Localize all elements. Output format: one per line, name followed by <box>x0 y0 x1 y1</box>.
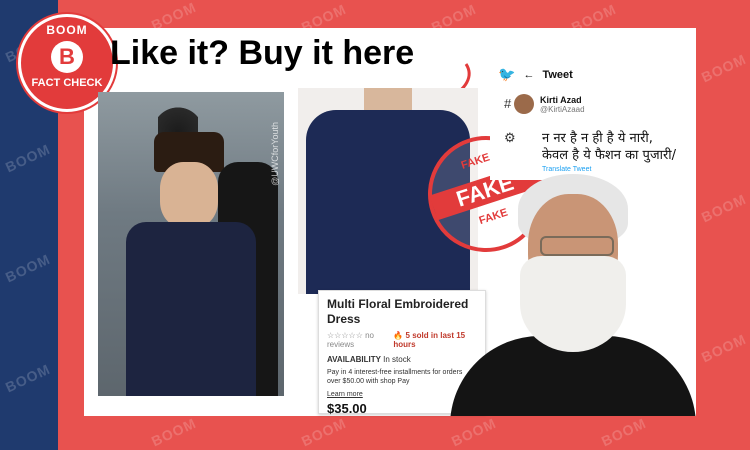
tweet-line-1: न नर है न ही है ये नारी, <box>542 131 653 146</box>
hashtag-icon[interactable]: # <box>504 96 511 111</box>
back-arrow-icon[interactable]: ← <box>523 69 534 81</box>
face <box>160 162 218 228</box>
watermark: BOOM <box>298 414 349 450</box>
tweet-line-2: केवल है ये फैशन का पुजारी/ <box>542 148 677 163</box>
logo-mark: B <box>51 41 83 73</box>
watermark: BOOM <box>698 330 749 366</box>
watermark: BOOM <box>698 50 749 86</box>
headline: Like it? Buy it here <box>110 34 415 72</box>
tweet-text: न नर है न ही है ये नारी, केवल है ये फैशन… <box>542 130 676 164</box>
modi-traditional-photo: @UWCforYouth <box>98 92 284 396</box>
embroidered-vest <box>126 222 256 396</box>
watermark: BOOM <box>598 414 649 450</box>
photo-credit-handle: @UWCforYouth <box>270 122 280 186</box>
author-name: Kirti Azad <box>540 94 582 105</box>
watermark: BOOM <box>148 414 199 450</box>
beard <box>520 256 626 352</box>
tweet-header: Tweet <box>542 68 573 81</box>
star-icons: ☆☆☆☆☆ <box>327 331 366 340</box>
logo-top-text: BOOM <box>46 23 88 37</box>
modi-portrait <box>450 166 696 416</box>
glasses <box>540 236 614 256</box>
fire-icon: 🔥 <box>393 331 406 340</box>
tweet-screenshot: 🐦 ← Tweet # ⚙ Kirti Azad @KirtiAzaad न न… <box>490 60 696 180</box>
watermark: BOOM <box>448 414 499 450</box>
availability-label: AVAILABILITY <box>327 355 381 364</box>
settings-icon[interactable]: ⚙ <box>504 130 516 146</box>
tweet-author[interactable]: Kirti Azad @KirtiAzaad <box>514 94 585 114</box>
avatar[interactable] <box>514 94 534 114</box>
product-reviews[interactable]: ☆☆☆☆☆ no reviews <box>327 331 393 349</box>
availability-value: In stock <box>383 355 411 364</box>
logo-bottom-text: FACT CHECK <box>31 77 103 89</box>
twitter-bird-icon: 🐦 <box>498 66 516 82</box>
watermark: BOOM <box>698 190 749 226</box>
author-handle: @KirtiAzaad <box>540 104 585 114</box>
